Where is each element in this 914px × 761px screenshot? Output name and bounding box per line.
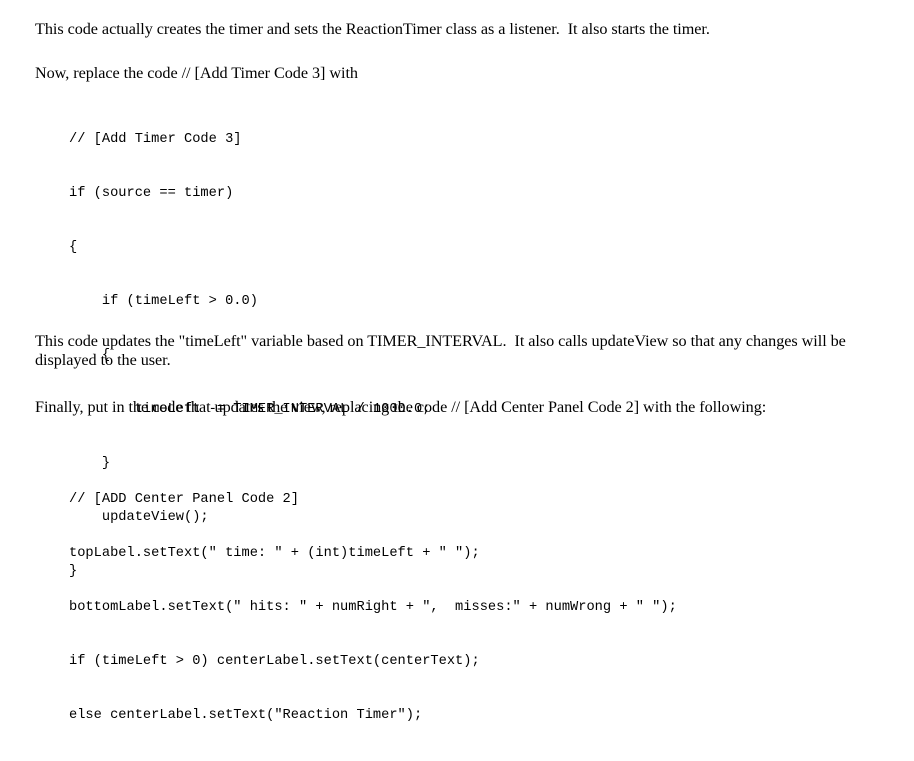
code-line: if (timeLeft > 0.0) <box>69 294 258 309</box>
code-line: else centerLabel.setText("Reaction Timer… <box>69 708 423 723</box>
paragraph-finally-instruction: Finally, put in the code that updates th… <box>35 398 767 417</box>
code-block-center-panel: // [ADD Center Panel Code 2] topLabel.se… <box>69 455 677 761</box>
code-line: if (timeLeft > 0) centerLabel.setText(ce… <box>69 654 480 669</box>
paragraph-code-updates-explanation: This code updates the "timeLeft" variabl… <box>35 332 850 370</box>
paragraph-replace-instruction: Now, replace the code // [Add Timer Code… <box>35 64 358 83</box>
code-line: if (source == timer) <box>69 186 234 201</box>
paragraph-intro: This code actually creates the timer and… <box>35 20 710 39</box>
document-page: This code actually creates the timer and… <box>0 0 914 723</box>
code-line: // [Add Timer Code 3] <box>69 132 242 147</box>
code-line: bottomLabel.setText(" hits: " + numRight… <box>69 600 677 615</box>
code-line: // [ADD Center Panel Code 2] <box>69 492 299 507</box>
code-line: { <box>69 240 78 255</box>
code-line: topLabel.setText(" time: " + (int)timeLe… <box>69 546 480 561</box>
